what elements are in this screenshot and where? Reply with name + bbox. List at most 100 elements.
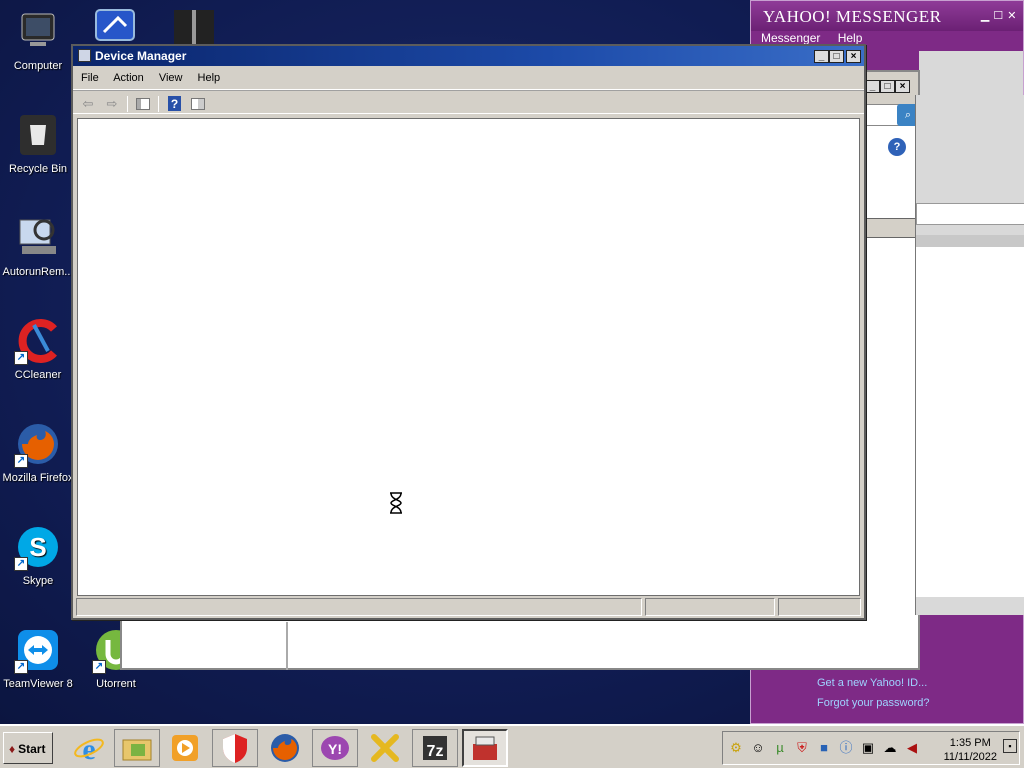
maximize-icon[interactable]: □ <box>880 80 895 93</box>
taskbar-media-player[interactable] <box>162 729 208 767</box>
autorun-remover-icon <box>14 214 62 262</box>
window-title: Device Manager <box>95 49 187 63</box>
antivirus-icon[interactable]: ⛨ <box>793 739 811 757</box>
background-field <box>916 203 1024 225</box>
menu-help[interactable]: Help <box>198 72 221 84</box>
help-icon[interactable]: ? <box>888 138 906 156</box>
desktop-icon-label: Mozilla Firefox <box>2 472 74 484</box>
toolbar-separator <box>127 95 128 112</box>
menu-file[interactable]: File <box>81 72 99 84</box>
taskbar-tools[interactable] <box>362 729 408 767</box>
yahoo-get-new-id-link[interactable]: Get a new Yahoo! ID... <box>817 677 927 689</box>
taskbar-security-shield[interactable] <box>212 729 258 767</box>
column-header[interactable] <box>862 218 918 238</box>
device-tree-pane[interactable] <box>77 118 860 596</box>
minimize-icon[interactable]: _ <box>865 80 880 93</box>
clock[interactable]: 1:35 PM 11/11/2022 <box>944 736 997 764</box>
desktop-icon-recycle-bin[interactable]: Recycle Bin <box>0 111 76 175</box>
tools-icon <box>371 734 399 762</box>
taskbar-yahoo-messenger[interactable]: Y! <box>312 729 358 767</box>
device-manager-window[interactable]: Device Manager _ □ × File Action View Help… <box>71 44 866 620</box>
internet-explorer-icon: e <box>74 733 104 764</box>
status-pane-2 <box>645 598 775 616</box>
back-icon[interactable]: ⇦ <box>79 96 97 112</box>
close-icon[interactable]: × <box>846 50 861 63</box>
svg-text:7z: 7z <box>427 743 444 760</box>
monitor-icon[interactable]: ▣ <box>859 739 877 757</box>
security-shield-icon <box>223 734 247 763</box>
yahoo-forgot-password-link[interactable]: Forgot your password? <box>817 697 930 709</box>
close-icon[interactable]: × <box>895 80 910 93</box>
start-label: Start <box>18 742 46 756</box>
show-hide-tree-icon[interactable] <box>134 96 152 112</box>
forward-icon[interactable]: ⇨ <box>103 96 121 112</box>
bluetooth-icon[interactable]: ■ <box>815 739 833 757</box>
yahoo-menu-messenger[interactable]: Messenger <box>761 31 820 45</box>
taskbar: ♦ Start e Y! 7z ⚙ ☺ µ ⛨ ■ ⓘ ▣ ☁ ◀ 1:35 P… <box>0 724 1024 768</box>
background-white-area <box>862 164 918 214</box>
desktop-icon-skype[interactable]: S ↗ Skype <box>0 523 76 587</box>
desktop-archive-partial-icon[interactable] <box>170 8 218 44</box>
network-icon[interactable]: ⚙ <box>727 739 745 757</box>
windows-logo-icon: ♦ <box>9 742 16 756</box>
desktop-icon-autorun[interactable]: AutorunRem... <box>0 214 76 278</box>
show-desktop-icon[interactable]: ▪ <box>1003 739 1017 753</box>
system-tray: ⚙ ☺ µ ⛨ ■ ⓘ ▣ ☁ ◀ 1:35 PM 11/11/2022 ▪ <box>722 731 1020 765</box>
status-pane-3 <box>778 598 861 616</box>
info-icon[interactable]: ⓘ <box>837 739 855 757</box>
archive-icon: 7z <box>423 736 447 760</box>
desktop-icon-label: Recycle Bin <box>8 163 68 175</box>
properties-icon[interactable] <box>189 96 207 112</box>
desktop-icon-teamviewer[interactable]: ↗ TeamViewer 8 <box>0 626 76 690</box>
close-icon[interactable]: ✕ <box>1007 10 1017 22</box>
skype-icon: S ↗ <box>14 523 62 571</box>
desktop-icon-ccleaner[interactable]: ↗ CCleaner <box>0 317 76 381</box>
menu-view[interactable]: View <box>159 72 183 84</box>
firefox-icon <box>271 734 299 762</box>
desktop-icon-firefox[interactable]: ↗ Mozilla Firefox <box>0 420 76 484</box>
desktop-icon-computer[interactable]: Computer <box>0 8 76 72</box>
clock-date: 11/11/2022 <box>943 751 997 763</box>
maximize-icon[interactable]: □ <box>829 50 844 63</box>
help-icon[interactable]: ? <box>165 96 183 112</box>
taskbar-internet-explorer[interactable]: e <box>66 729 112 767</box>
utorrent-icon[interactable]: µ <box>771 739 789 757</box>
taskbar-file-explorer[interactable] <box>114 729 160 767</box>
device-manager-icon <box>78 49 91 62</box>
teamviewer-icon: ↗ <box>14 626 62 674</box>
background-header <box>916 235 1024 247</box>
yahoo-title-bar[interactable]: YAHOO! MESSENGER ▁ ☐ ✕ <box>751 1 1023 31</box>
status-bar <box>76 598 861 616</box>
menu-bar: File Action View Help <box>73 66 864 90</box>
toolbar-separator <box>158 95 159 112</box>
taskbar-firefox[interactable] <box>262 729 308 767</box>
hourglass-cursor-icon <box>389 492 403 517</box>
desktop-icon-label: Utorrent <box>96 678 136 690</box>
status-pane-main <box>76 598 642 616</box>
smiley-icon[interactable]: ☺ <box>749 739 767 757</box>
device-manager-icon <box>473 736 497 760</box>
messenger-icon[interactable]: ☁ <box>881 739 899 757</box>
device-manager-title-bar[interactable]: Device Manager _ □ × <box>73 46 864 66</box>
desktop-shortcut-partial-icon[interactable] <box>92 6 142 44</box>
background-list <box>916 247 1024 597</box>
desktop-icon-label: AutorunRem... <box>2 266 74 278</box>
background-search-input[interactable] <box>862 104 902 126</box>
yahoo-menu-help[interactable]: Help <box>838 31 863 45</box>
background-window-2[interactable] <box>915 95 1024 615</box>
svg-text:e: e <box>82 733 95 764</box>
desktop-icon-label: TeamViewer 8 <box>3 678 73 690</box>
menu-action[interactable]: Action <box>113 72 144 84</box>
maximize-icon[interactable]: ☐ <box>993 10 1003 22</box>
taskbar-archive[interactable]: 7z <box>412 729 458 767</box>
svg-text:?: ? <box>170 97 177 111</box>
minimize-icon[interactable]: _ <box>814 50 829 63</box>
minimize-icon[interactable]: ▁ <box>981 10 990 22</box>
taskbar-device-manager[interactable] <box>462 729 508 767</box>
clock-time: 1:35 PM <box>949 737 991 749</box>
start-button[interactable]: ♦ Start <box>3 732 53 764</box>
computer-icon <box>14 8 62 56</box>
file-explorer-icon <box>122 739 152 761</box>
volume-icon[interactable]: ◀ <box>903 739 921 757</box>
svg-text:S: S <box>29 532 46 562</box>
